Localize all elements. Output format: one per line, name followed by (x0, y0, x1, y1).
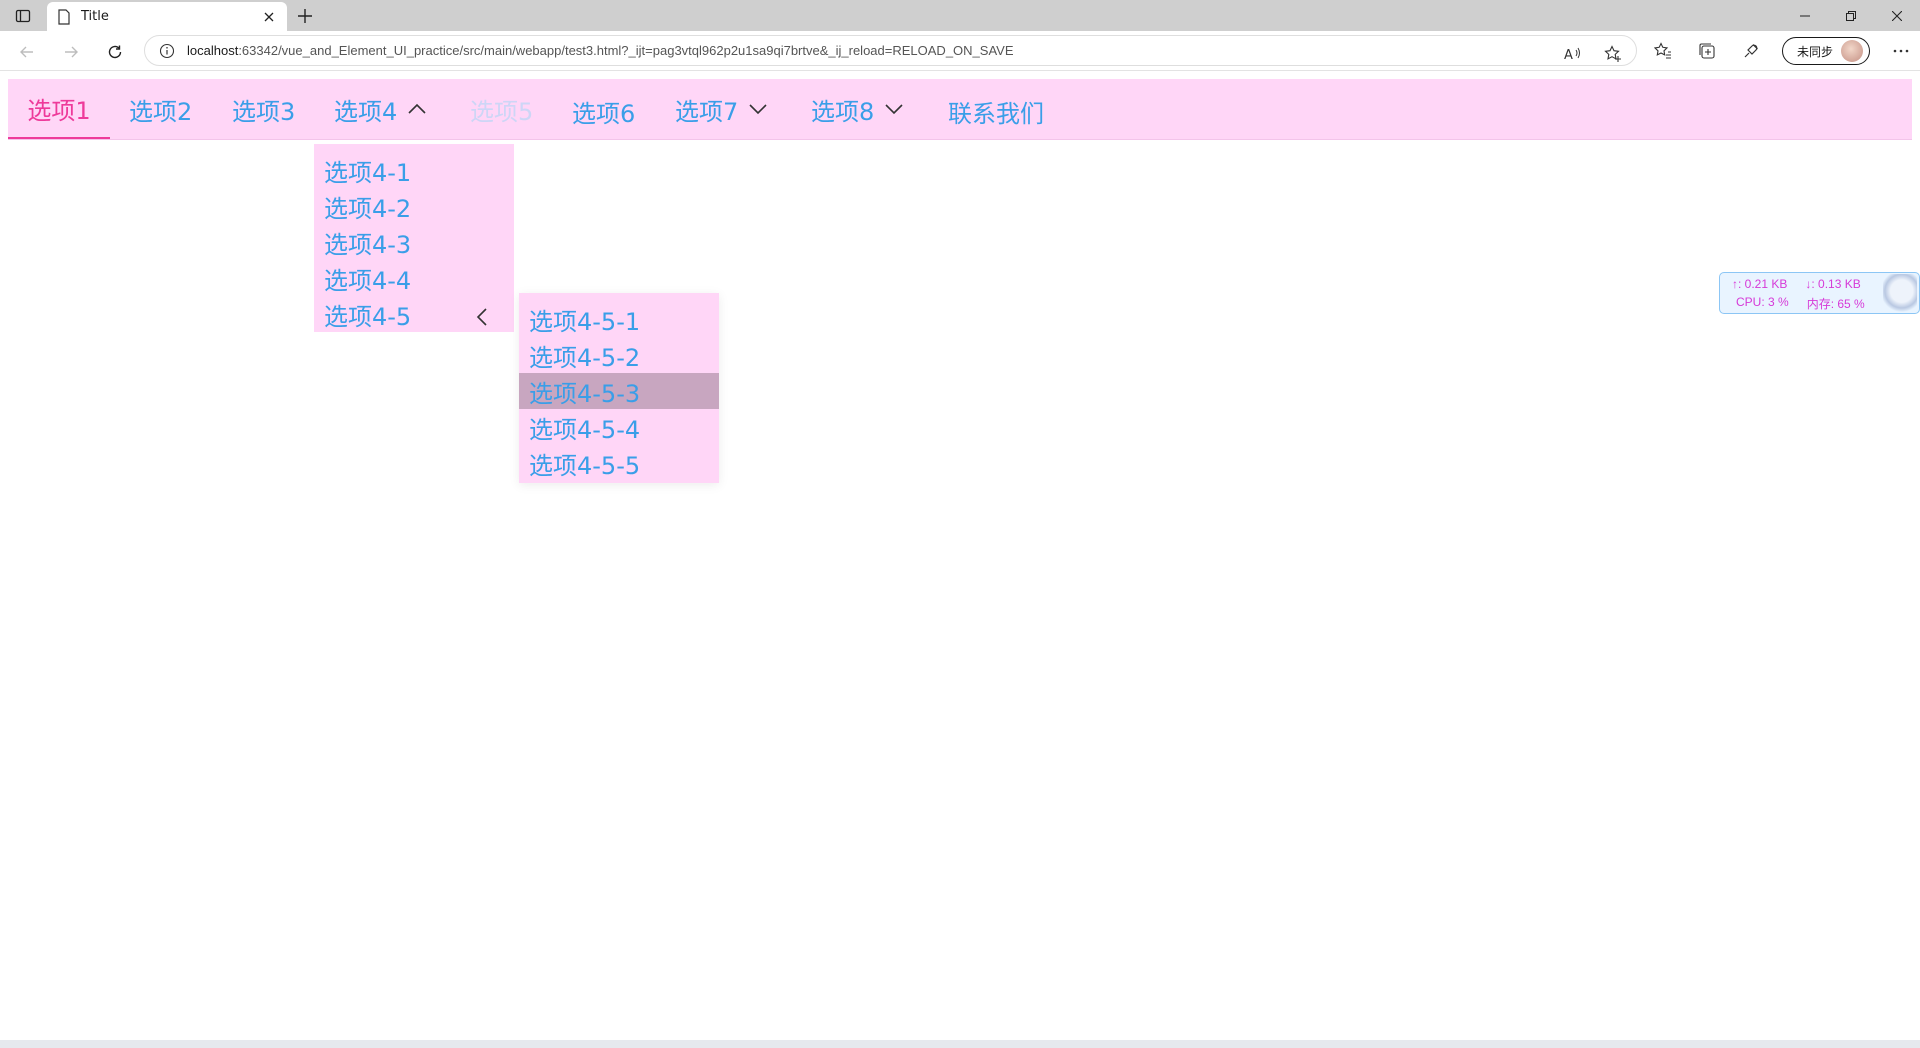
tab-title: Title (81, 9, 109, 24)
menu-item-label: 选项1 (27, 96, 91, 125)
menu-item-8[interactable]: 选项8 (811, 79, 904, 139)
browser-tab-strip: Title (0, 0, 1920, 31)
menu-item-3[interactable]: 选项3 (232, 79, 295, 139)
avatar (1841, 40, 1864, 62)
extensions-button[interactable] (1738, 38, 1764, 64)
menu-item-4[interactable]: 选项4 (334, 79, 427, 139)
address-bar[interactable]: localhost:63342/vue_and_Element_UI_pract… (144, 35, 1637, 66)
menu-item-6[interactable]: 选项6 (572, 81, 635, 141)
profile-button[interactable]: 未同步 (1782, 37, 1870, 65)
submenu-item-4-1[interactable]: 选项4-1 (314, 152, 514, 188)
tab-close-button[interactable] (261, 9, 277, 25)
menu-item-label: 选项3 (232, 97, 296, 126)
memory-usage: 内存: 65 % (1806, 297, 1865, 311)
submenu-item-label: 选项4-4 (324, 266, 412, 295)
close-icon (1892, 10, 1902, 21)
chevron-up-icon (408, 103, 426, 114)
menu-item-label: 选项8 (811, 97, 875, 126)
system-monitor-widget[interactable]: ↑: 0.21 KB ↓: 0.13 KB CPU: 3 % 内存: 65 % (1719, 272, 1920, 314)
nav-menu: 选项1 选项2 选项3 选项4 选项5 选项6 选项7 选项8 联系我们 (8, 79, 1912, 140)
refresh-button[interactable] (102, 39, 128, 65)
submenu-item-label: 选项4-1 (324, 158, 412, 187)
menu-item-label: 联系我们 (948, 99, 1044, 128)
submenu-option4: 选项4-1 选项4-2 选项4-3 选项4-4 选项4-5 (314, 144, 514, 332)
menu-item-label: 选项2 (129, 97, 193, 126)
submenu-item-label: 选项4-2 (324, 194, 412, 223)
submenu-item-4-5-2[interactable]: 选项4-5-2 (519, 337, 719, 373)
cpu-usage: CPU: 3 % (1736, 295, 1789, 309)
profile-sync-label: 未同步 (1797, 44, 1834, 59)
submenu-item-label: 选项4-5-3 (529, 379, 641, 408)
add-favorite-icon (1604, 45, 1621, 62)
chevron-down-icon (749, 104, 767, 115)
chevron-left-icon (476, 308, 487, 326)
submenu-item-4-3[interactable]: 选项4-3 (314, 224, 514, 260)
submenu-item-4-4[interactable]: 选项4-4 (314, 260, 514, 296)
minimize-button[interactable] (1782, 0, 1828, 31)
menu-item-label: 选项6 (572, 99, 636, 128)
forward-button[interactable] (58, 39, 84, 65)
url-text[interactable]: localhost:63342/vue_and_Element_UI_pract… (187, 43, 1014, 58)
info-icon[interactable] (159, 43, 175, 59)
tab-actions-button[interactable] (10, 6, 36, 26)
submenu-item-label: 选项4-5-4 (529, 415, 641, 444)
download-speed: ↓: 0.13 KB (1805, 277, 1861, 291)
page-icon (58, 8, 70, 25)
submenu-item-4-5[interactable]: 选项4-5 (314, 296, 514, 332)
minimize-icon (1800, 15, 1810, 16)
submenu-item-4-5-4[interactable]: 选项4-5-4 (519, 409, 719, 445)
read-aloud-button[interactable]: A (1560, 41, 1586, 67)
url-path: :63342/vue_and_Element_UI_practice/src/m… (238, 43, 1014, 58)
sidebar-icon (15, 9, 31, 23)
close-icon (264, 12, 274, 21)
menu-item-2[interactable]: 选项2 (129, 79, 192, 139)
menu-item-label: 选项5 (470, 97, 534, 126)
menu-item-contact[interactable]: 联系我们 (948, 81, 1044, 141)
back-button[interactable] (14, 39, 40, 65)
submenu-item-label: 选项4-5-5 (529, 451, 641, 480)
menu-item-label: 选项7 (675, 97, 739, 126)
menu-item-7[interactable]: 选项7 (675, 79, 768, 139)
svg-text:A: A (1564, 48, 1573, 62)
mascot-image (1883, 274, 1917, 312)
submenu-item-4-5-5[interactable]: 选项4-5-5 (519, 445, 719, 481)
close-window-button[interactable] (1874, 0, 1920, 31)
more-icon (1893, 49, 1909, 53)
url-host: localhost (187, 43, 239, 58)
forward-icon (65, 46, 78, 58)
extensions-icon (1744, 44, 1758, 58)
submenu-item-4-5-3[interactable]: 选项4-5-3 (519, 373, 719, 409)
submenu-item-label: 选项4-5-2 (529, 343, 641, 372)
submenu-item-label: 选项4-5-1 (529, 307, 641, 336)
restore-icon (1846, 10, 1856, 21)
submenu-option4-5: 选项4-5-1 选项4-5-2 选项4-5-3 选项4-5-4 选项4-5-5 (519, 293, 719, 483)
browser-toolbar: localhost:63342/vue_and_Element_UI_pract… (0, 31, 1920, 71)
refresh-icon (108, 45, 122, 59)
submenu-item-label: 选项4-5 (324, 302, 412, 331)
new-tab-button[interactable] (294, 5, 316, 27)
bottom-edge (0, 1040, 1920, 1048)
plus-icon (298, 9, 312, 23)
add-favorite-button[interactable] (1600, 41, 1626, 67)
browser-tab[interactable]: Title (47, 2, 287, 31)
upload-speed: ↑: 0.21 KB (1732, 277, 1788, 291)
menu-item-label: 选项4 (334, 97, 398, 126)
more-button[interactable] (1888, 38, 1914, 64)
submenu-item-4-2[interactable]: 选项4-2 (314, 188, 514, 224)
back-icon (20, 46, 33, 58)
chevron-down-icon (885, 104, 903, 115)
favorites-icon (1654, 42, 1671, 59)
collections-icon (1699, 43, 1715, 59)
submenu-item-label: 选项4-3 (324, 230, 412, 259)
window-controls (1782, 0, 1920, 31)
submenu-item-4-5-1[interactable]: 选项4-5-1 (519, 301, 719, 337)
collections-button[interactable] (1694, 38, 1720, 64)
restore-button[interactable] (1828, 0, 1874, 31)
menu-item-5[interactable]: 选项5 (470, 79, 533, 139)
read-aloud-icon: A (1564, 47, 1580, 62)
menu-item-1[interactable]: 选项1 (8, 79, 110, 139)
favorites-button[interactable] (1650, 38, 1676, 64)
